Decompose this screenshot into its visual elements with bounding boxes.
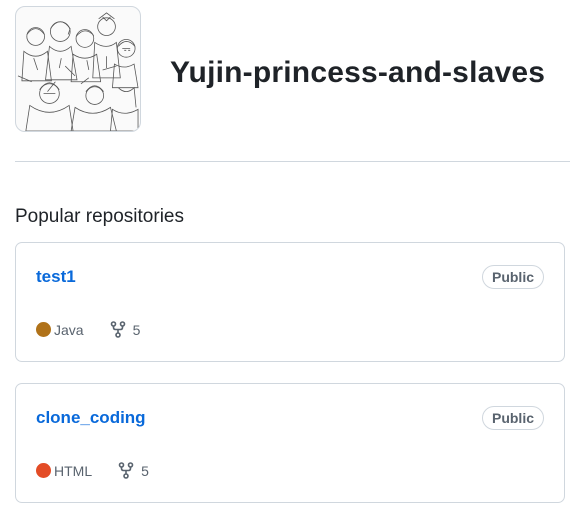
org-profile-page: Yujin-princess-and-slaves Popular reposi…: [0, 0, 570, 517]
repo-name-link[interactable]: clone_coding: [36, 408, 146, 428]
fork-icon[interactable]: [110, 321, 126, 338]
org-name: Yujin-princess-and-slaves: [170, 56, 546, 89]
group-illustration-avatar-icon: [17, 12, 139, 131]
fork-count[interactable]: 5: [141, 463, 149, 479]
popular-repositories-heading: Popular repositories: [15, 206, 184, 227]
language-name: HTML: [54, 462, 93, 479]
avatar[interactable]: [15, 6, 141, 132]
repo-meta: HTML 5: [36, 462, 149, 479]
language-name: Java: [54, 321, 84, 338]
visibility-badge: Public: [481, 406, 544, 430]
repo-card: clone_coding Public HTML 5: [15, 383, 565, 503]
language-color-dot: [36, 463, 51, 478]
repo-meta: Java 5: [36, 321, 140, 338]
repo-name-link[interactable]: test1: [36, 267, 76, 287]
header-divider: [15, 161, 570, 162]
repo-list: test1 Public Java 5 clone_coding Public: [15, 242, 565, 517]
repo-card: test1 Public Java 5: [15, 242, 565, 362]
visibility-badge: Public: [481, 265, 544, 289]
language-color-dot: [36, 322, 51, 337]
fork-count[interactable]: 5: [133, 322, 141, 338]
fork-icon[interactable]: [118, 462, 134, 479]
org-header: Yujin-princess-and-slaves: [15, 6, 545, 132]
